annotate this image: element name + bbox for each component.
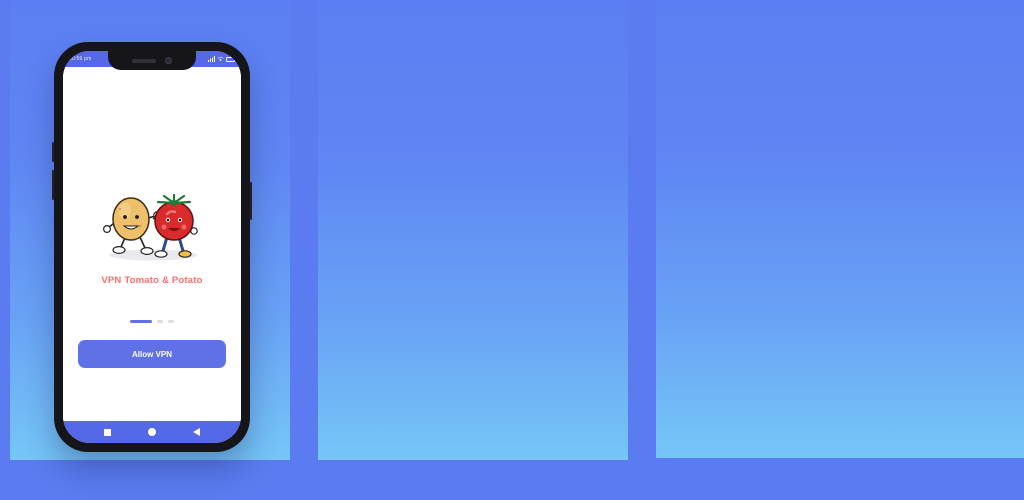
square-icon[interactable] — [103, 428, 111, 436]
front-camera — [165, 57, 172, 64]
back-triangle-icon[interactable] — [193, 428, 201, 436]
status-bar-icons — [208, 56, 236, 62]
splash-content: VPN Tomato & Potato Allow VPN — [63, 67, 241, 421]
volume-down-button[interactable] — [52, 170, 54, 200]
potato-and-tomato-mascots — [103, 193, 198, 261]
pager-dot-active[interactable] — [130, 320, 152, 323]
phone-notch-1 — [108, 51, 196, 70]
store-screenshot-panel-2: 10:56 pm — [318, 0, 628, 500]
pager-dot[interactable] — [157, 320, 163, 323]
brand-title: VPN Tomato & Potato — [101, 275, 203, 286]
panel-3-background — [656, 0, 1024, 458]
earpiece-speaker — [132, 58, 156, 63]
wifi-icon — [217, 56, 224, 62]
store-screenshot-panel-3: 10:56 pm › — [656, 0, 1024, 500]
pager-dot[interactable] — [168, 320, 174, 323]
screenshot-stage: 10:56 pm VPN Tomato & Potato Allow VPN — [0, 0, 1024, 500]
volume-up-button[interactable] — [52, 142, 54, 162]
android-nav-bar-1[interactable] — [63, 421, 241, 443]
status-bar-time: 10:56 pm — [69, 56, 92, 62]
signal-icon — [208, 56, 215, 62]
circle-icon[interactable] — [147, 428, 156, 436]
phone-frame-1: 10:56 pm VPN Tomato & Potato Allow VPN — [52, 42, 252, 452]
onboarding-pager[interactable] — [130, 320, 174, 323]
panel-2-background — [318, 0, 628, 460]
store-screenshot-panel-1: 10:56 pm VPN Tomato & Potato Allow VPN — [0, 0, 290, 500]
power-side-button[interactable] — [250, 182, 252, 220]
phone-screen-1: 10:56 pm VPN Tomato & Potato Allow VPN — [63, 51, 241, 443]
battery-icon — [226, 56, 236, 62]
allow-vpn-button[interactable]: Allow VPN — [78, 340, 226, 368]
